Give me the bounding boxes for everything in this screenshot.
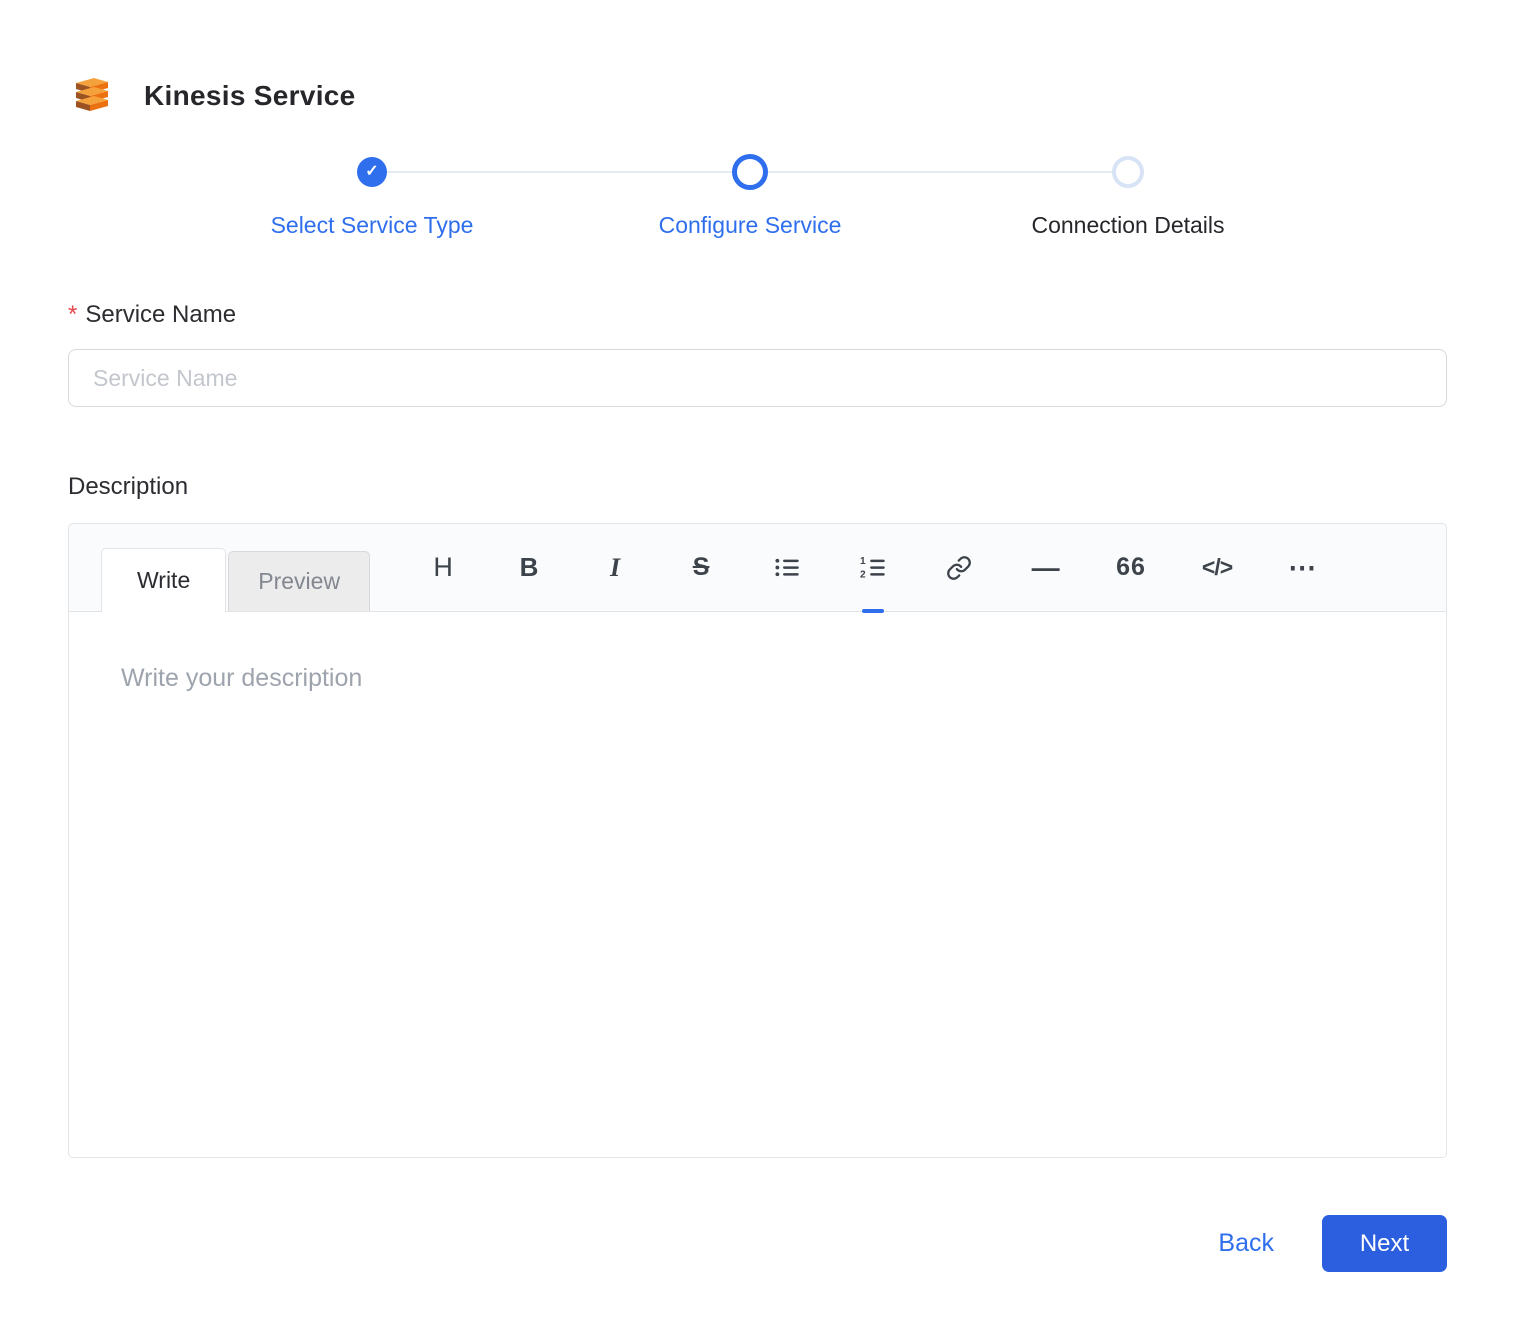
page: Kinesis Service ✓ Select Service Type Co… — [0, 0, 1518, 1272]
step-configure-service[interactable]: Configure Service — [561, 154, 939, 239]
editor-tabs: Write Preview — [69, 524, 370, 611]
italic-button[interactable]: I — [594, 544, 636, 592]
stepper-steps: ✓ Select Service Type Configure Service … — [183, 154, 1317, 239]
service-name-label: * Service Name — [68, 301, 1447, 329]
step-label[interactable]: Configure Service — [659, 212, 842, 239]
step-circle-slot: ✓ — [357, 154, 387, 190]
bold-button[interactable]: B — [508, 544, 550, 592]
more-button[interactable]: ⋯ — [1282, 544, 1324, 592]
toolbar-buttons: H B I S — [422, 524, 1324, 611]
unordered-list-icon — [774, 554, 801, 581]
step-select-service-type[interactable]: ✓ Select Service Type — [183, 154, 561, 239]
stepper: ✓ Select Service Type Configure Service … — [183, 154, 1317, 239]
step-upcoming-circle[interactable] — [1112, 156, 1144, 188]
link-button[interactable] — [938, 544, 980, 592]
more-icon: ⋯ — [1288, 551, 1318, 584]
header: Kinesis Service — [68, 72, 1447, 120]
service-name-input[interactable] — [68, 349, 1447, 407]
ordered-list-icon: 1 2 — [860, 554, 887, 581]
heading-icon: H — [433, 552, 453, 583]
unordered-list-button[interactable] — [766, 544, 808, 592]
code-button[interactable]: </> — [1196, 544, 1238, 592]
footer-actions: Back Next — [68, 1215, 1447, 1272]
step-label[interactable]: Select Service Type — [271, 212, 474, 239]
italic-icon: I — [610, 553, 620, 583]
tab-preview[interactable]: Preview — [228, 551, 370, 611]
step-label[interactable]: Connection Details — [1031, 212, 1224, 239]
description-label: Description — [68, 473, 1447, 501]
page-title: Kinesis Service — [144, 80, 356, 112]
step-current-circle[interactable] — [732, 154, 768, 190]
horizontal-rule-icon: — — [1032, 552, 1059, 584]
ordered-list-button[interactable]: 1 2 — [852, 544, 894, 592]
step-circle-slot — [1112, 154, 1144, 190]
description-editor: Write Preview H B I S — [68, 523, 1447, 1158]
kinesis-icon — [68, 72, 116, 120]
tab-write[interactable]: Write — [101, 548, 226, 612]
step-connection-details[interactable]: Connection Details — [939, 154, 1317, 239]
svg-text:1: 1 — [860, 556, 866, 567]
check-icon: ✓ — [365, 164, 378, 180]
next-button[interactable]: Next — [1322, 1215, 1447, 1272]
link-icon — [946, 555, 972, 581]
quote-icon: 66 — [1116, 553, 1146, 582]
strikethrough-button[interactable]: S — [680, 544, 722, 592]
code-icon: </> — [1202, 554, 1232, 581]
step-circle-slot — [732, 154, 768, 190]
step-completed-circle[interactable]: ✓ — [357, 157, 387, 187]
svg-text:2: 2 — [860, 570, 866, 581]
editor-toolbar: Write Preview H B I S — [69, 524, 1446, 612]
back-button[interactable]: Back — [1218, 1229, 1274, 1258]
editor-body — [69, 612, 1446, 1157]
horizontal-rule-button[interactable]: — — [1024, 544, 1066, 592]
strikethrough-icon: S — [693, 553, 710, 582]
description-textarea[interactable] — [69, 612, 1446, 1157]
bold-icon: B — [520, 552, 539, 583]
ordered-list-indicator — [862, 609, 884, 613]
heading-button[interactable]: H — [422, 544, 464, 592]
quote-button[interactable]: 66 — [1110, 544, 1152, 592]
service-name-label-text: Service Name — [85, 301, 236, 328]
required-asterisk: * — [68, 301, 77, 328]
